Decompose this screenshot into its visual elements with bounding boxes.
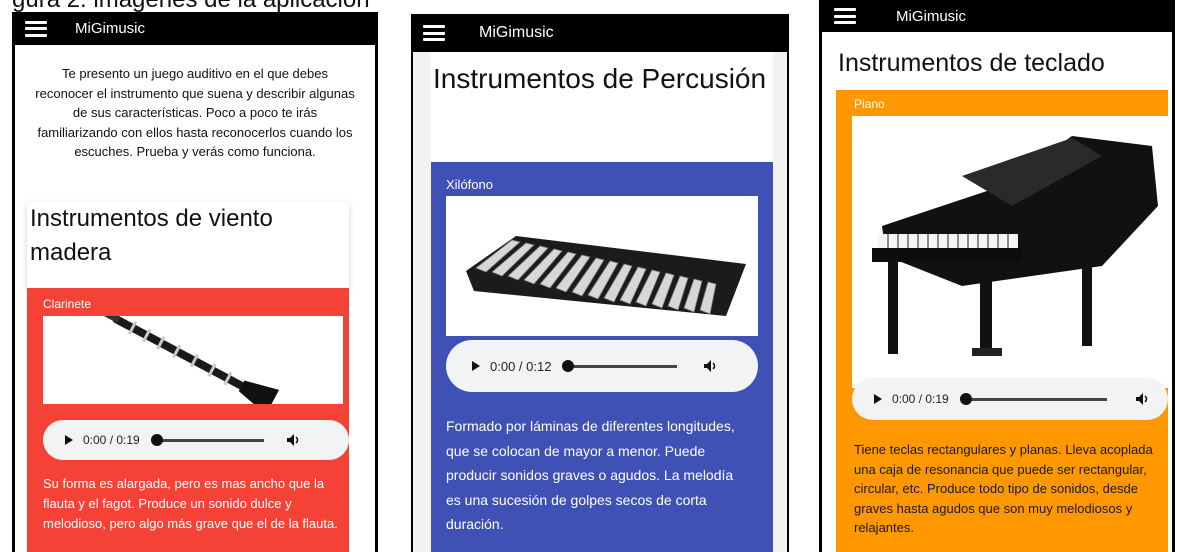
audio-time: 0:00 / 0:19 [892, 392, 949, 406]
menu-icon[interactable] [834, 8, 856, 24]
instrument-description: Tiene teclas rectangulares y planas. Lle… [854, 442, 1153, 535]
instrument-card: Clarinete 0:00 / 0:19 Su forma es alarga… [27, 288, 349, 552]
audio-player[interactable]: 0:00 / 0:19 [852, 378, 1168, 420]
menu-icon[interactable] [423, 25, 445, 41]
menu-icon[interactable] [25, 20, 47, 37]
xylophone-image [446, 196, 758, 336]
instrument-description: Formado por láminas de diferentes longit… [446, 418, 735, 532]
volume-icon[interactable] [703, 359, 717, 373]
instrument-name: Clarinete [43, 297, 92, 311]
app-title: MiGimusic [479, 24, 554, 41]
section-title: Instrumentos de viento madera [27, 202, 349, 288]
instrument-card: Piano 0:00 / 0:19 Tiene teclas rectangul… [836, 90, 1168, 552]
instrument-name: Piano [854, 97, 885, 111]
instrument-card: Xilófono 0:00 / 0:12 Formado por láminas… [431, 162, 773, 552]
intro-text: Te presento un juego auditivo en el que … [35, 66, 355, 159]
seek-knob[interactable] [959, 393, 972, 405]
play-icon[interactable] [874, 394, 882, 404]
app-title: MiGimusic [896, 7, 966, 25]
app-title: MiGimusic [75, 20, 145, 37]
clarinet-image [43, 316, 343, 404]
instrument-name: Xilófono [446, 177, 493, 192]
seek-knob[interactable] [150, 434, 163, 446]
instrument-description: Su forma es alargada, pero es mas ancho … [43, 476, 338, 532]
seek-knob[interactable] [562, 360, 575, 372]
phone-screen-2: MiGimusic Instrumentos de Percusión Xiló… [411, 14, 789, 552]
play-icon[interactable] [65, 435, 73, 445]
piano-image [852, 116, 1168, 388]
app-bar: MiGimusic [822, 0, 1172, 32]
audio-player[interactable]: 0:00 / 0:12 [446, 340, 758, 392]
section-title: Instrumentos de Percusión [431, 52, 773, 162]
app-bar: MiGimusic [15, 12, 375, 45]
phone-screen-3: MiGimusic Instrumentos de teclado Piano [819, 0, 1175, 552]
audio-player[interactable]: 0:00 / 0:19 [43, 420, 349, 460]
section-title: Instrumentos de teclado [836, 38, 1168, 90]
volume-icon[interactable] [1135, 392, 1149, 406]
play-icon[interactable] [472, 361, 480, 371]
audio-time: 0:00 / 0:19 [83, 433, 140, 447]
audio-seek-slider[interactable] [150, 434, 264, 446]
audio-seek-slider[interactable] [562, 360, 678, 372]
audio-time: 0:00 / 0:12 [490, 358, 552, 374]
phone-screen-1: MiGimusic Te presento un juego auditivo … [12, 12, 378, 552]
audio-seek-slider[interactable] [959, 393, 1107, 405]
volume-icon[interactable] [286, 433, 300, 447]
app-bar: MiGimusic [413, 14, 787, 52]
